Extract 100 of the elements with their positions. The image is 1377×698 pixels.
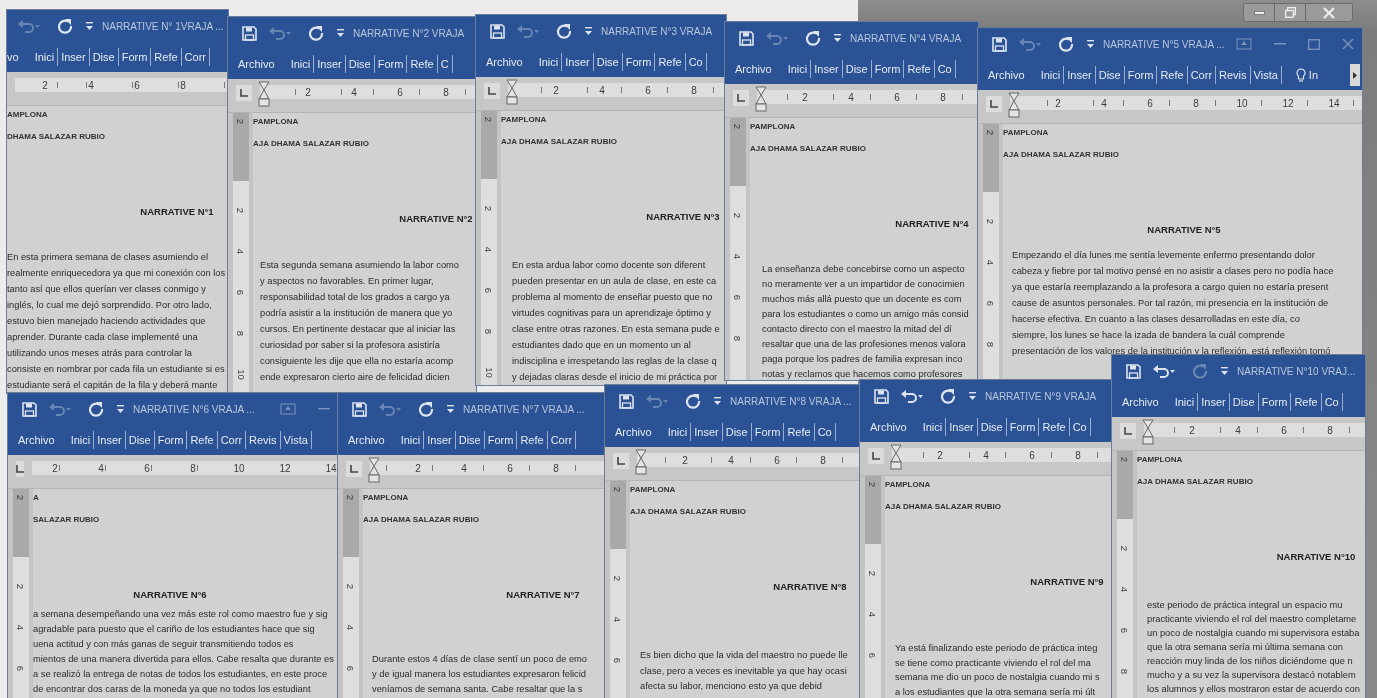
tell-me-field[interactable]: In xyxy=(1308,69,1318,81)
ribbon-tab[interactable]: Inici xyxy=(919,418,947,436)
undo-icon[interactable] xyxy=(900,389,924,403)
minimize-button[interactable] xyxy=(1244,4,1275,21)
ribbon-tab[interactable]: Refe xyxy=(1291,393,1322,411)
indent-marker-icon[interactable] xyxy=(368,457,380,483)
ribbon-tab[interactable]: Archivo xyxy=(486,53,526,71)
tab-stop-selector[interactable] xyxy=(868,448,884,464)
tab-stop-selector[interactable] xyxy=(346,461,362,477)
tab-stop-selector[interactable] xyxy=(1120,423,1136,439)
indent-marker-icon[interactable] xyxy=(755,86,767,112)
redo-icon[interactable] xyxy=(940,388,956,404)
customize-toolbar-icon[interactable] xyxy=(968,391,977,401)
undo-icon[interactable] xyxy=(1152,364,1176,378)
customize-toolbar-icon[interactable] xyxy=(833,33,842,43)
tab-stop-selector[interactable] xyxy=(986,96,1002,112)
ribbon-tab[interactable]: C xyxy=(437,55,453,73)
ribbon-tab[interactable]: Archivo xyxy=(735,60,775,78)
save-icon[interactable] xyxy=(1125,363,1141,379)
ribbon-tab[interactable]: Co xyxy=(814,423,836,441)
tab-stop-selector[interactable] xyxy=(613,453,629,469)
ribbon-tab[interactable]: Form xyxy=(374,55,408,73)
ribbon-tab[interactable]: Co xyxy=(1069,418,1091,436)
indent-marker-icon[interactable] xyxy=(506,79,518,105)
ribbon-tab[interactable]: Co xyxy=(685,53,707,71)
ribbon-tab[interactable]: Form xyxy=(1124,66,1158,84)
ribbon-tab[interactable]: Corr xyxy=(181,48,210,66)
customize-toolbar-icon[interactable] xyxy=(85,21,94,31)
redo-icon[interactable] xyxy=(308,25,324,41)
tab-stop-selector[interactable] xyxy=(484,83,500,99)
customize-toolbar-icon[interactable] xyxy=(116,404,125,414)
customize-toolbar-icon[interactable] xyxy=(1220,366,1229,376)
ribbon-tab[interactable]: vo xyxy=(7,48,22,66)
ribbon-tab[interactable]: Archivo xyxy=(1122,393,1162,411)
ribbon-tab[interactable]: Refe xyxy=(407,55,438,73)
ribbon-tab[interactable]: Refe xyxy=(655,53,686,71)
ribbon-tab[interactable]: Co xyxy=(934,60,956,78)
ribbon-tab[interactable]: Form xyxy=(154,431,188,449)
ribbon-tab[interactable]: Inici xyxy=(1037,66,1065,84)
ribbon-tab[interactable]: Inser xyxy=(314,55,346,73)
close-icon[interactable] xyxy=(1342,38,1354,50)
save-icon[interactable] xyxy=(738,30,754,46)
indent-marker-icon[interactable] xyxy=(890,444,902,470)
ribbon-tab[interactable]: Refe xyxy=(187,431,218,449)
ribbon-tab[interactable]: Archivo xyxy=(348,431,388,449)
ribbon-tab[interactable]: Corr xyxy=(1187,66,1217,84)
ribbon-tab[interactable]: Dise xyxy=(455,431,485,449)
redo-icon[interactable] xyxy=(88,401,104,417)
ribbon-tab[interactable]: Dise xyxy=(842,60,872,78)
tab-stop-selector[interactable] xyxy=(733,90,749,106)
ribbon-tab[interactable]: Vista xyxy=(280,431,312,449)
ribbon-tab[interactable]: Form xyxy=(1006,418,1040,436)
ribbon-tab[interactable]: Archivo xyxy=(870,418,910,436)
close-button[interactable] xyxy=(1306,4,1352,21)
save-icon[interactable] xyxy=(489,23,505,39)
ribbon-tab[interactable]: Dise xyxy=(1095,66,1125,84)
ribbon-tab[interactable]: Refe xyxy=(517,431,548,449)
redo-icon[interactable] xyxy=(685,393,701,409)
ribbon-tab[interactable]: Inser xyxy=(691,423,723,441)
scroll-tabs-button[interactable] xyxy=(1350,64,1360,86)
lightbulb-icon[interactable] xyxy=(1295,67,1306,83)
redo-icon[interactable] xyxy=(418,401,434,417)
ribbon-tab[interactable]: Revis xyxy=(246,431,281,449)
ribbon-tab[interactable]: Inser xyxy=(811,60,843,78)
customize-toolbar-icon[interactable] xyxy=(713,396,722,406)
save-icon[interactable] xyxy=(991,36,1007,52)
ribbon-tab[interactable]: Inici xyxy=(1171,393,1199,411)
indent-marker-icon[interactable] xyxy=(635,449,647,475)
save-icon[interactable] xyxy=(351,401,367,417)
ribbon-tab[interactable]: Archivo xyxy=(988,66,1028,84)
ribbon-tab[interactable]: Form xyxy=(484,431,518,449)
indent-marker-icon[interactable] xyxy=(1008,92,1020,118)
ribbon-display-icon[interactable] xyxy=(1236,38,1252,50)
ribbon-tab[interactable]: Inici xyxy=(664,423,692,441)
ribbon-tab[interactable]: Form xyxy=(622,53,656,71)
customize-toolbar-icon[interactable] xyxy=(446,404,455,414)
ribbon-tab[interactable]: Inser xyxy=(1064,66,1096,84)
customize-toolbar-icon[interactable] xyxy=(1086,39,1095,49)
ribbon-tab[interactable]: Inici xyxy=(397,431,425,449)
ribbon-tab[interactable]: Corr xyxy=(217,431,247,449)
ribbon-tab[interactable]: Inser xyxy=(424,431,456,449)
ribbon-tab[interactable]: Inser xyxy=(94,431,126,449)
save-icon[interactable] xyxy=(873,388,889,404)
ribbon-tab[interactable]: Form xyxy=(1258,393,1292,411)
ribbon-tab[interactable]: Inici xyxy=(535,53,563,71)
tab-stop-selector[interactable] xyxy=(16,461,24,477)
maximize-icon[interactable] xyxy=(1308,38,1320,50)
ribbon-tab[interactable]: Archivo xyxy=(18,431,58,449)
ribbon-tab[interactable]: Dise xyxy=(125,431,155,449)
ribbon-tab[interactable]: Dise xyxy=(89,48,119,66)
ribbon-tab[interactable]: Inici xyxy=(31,48,59,66)
save-icon[interactable] xyxy=(21,401,37,417)
ribbon-tab[interactable]: Refe xyxy=(1039,418,1070,436)
ribbon-tab[interactable]: Corr xyxy=(547,431,577,449)
ribbon-tab[interactable]: Refe xyxy=(784,423,815,441)
restore-button[interactable] xyxy=(1275,4,1306,21)
ribbon-tab[interactable]: Inici xyxy=(67,431,95,449)
ribbon-tab[interactable]: Form xyxy=(751,423,785,441)
ribbon-tab[interactable]: Inici xyxy=(287,55,315,73)
ribbon-tab[interactable]: Inser xyxy=(562,53,594,71)
